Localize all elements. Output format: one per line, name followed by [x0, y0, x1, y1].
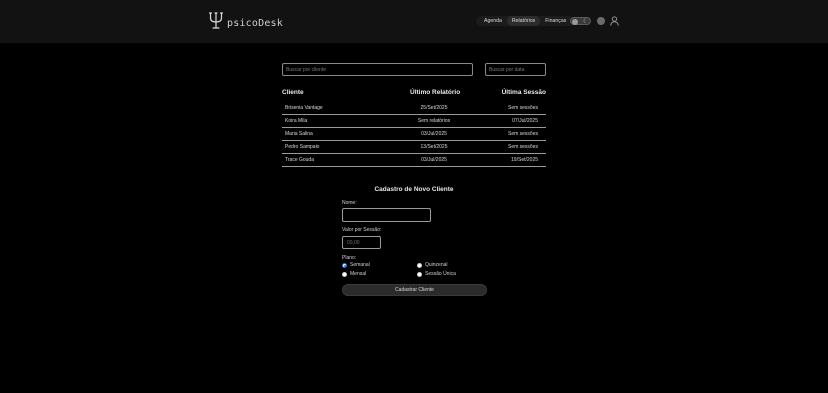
moon-icon: ☾ [583, 19, 589, 25]
clients-table: Cliente Último Relatório Última Sessão B… [282, 86, 546, 167]
date-search-input[interactable] [485, 63, 546, 76]
cell-last-session: Sem sessões [507, 131, 538, 137]
table-header: Cliente Último Relatório Última Sessão [282, 86, 546, 102]
table-row[interactable]: Koira Mila Sem relatórios 07/Jul/2025 [282, 115, 546, 128]
register-client-button[interactable]: Cadastrar Cliente [342, 284, 487, 296]
cell-client: Maria Salina [285, 131, 313, 137]
column-header-client[interactable]: Cliente [282, 89, 304, 96]
nav-item-agenda[interactable]: Agenda [479, 16, 507, 26]
plan-option-sessao-unica[interactable]: Sessão Única [417, 271, 456, 277]
plan-option-label: Quinzenal [425, 262, 448, 268]
user-icon[interactable] [610, 16, 619, 26]
cell-last-session: Sem sessões [507, 144, 538, 150]
cell-client: Pedro Sampaio [285, 144, 320, 150]
cell-last-session: 07/Jul/2025 [512, 118, 538, 124]
column-header-last-session[interactable]: Última Sessão [502, 89, 546, 96]
cell-last-report: 25/Set/2025 [420, 105, 448, 111]
nav-item-relatorios[interactable]: Relatórios [506, 16, 541, 26]
cell-last-report: 13/Set/2025 [420, 144, 448, 150]
table-row[interactable]: Trace Gouda 03/Jul/2025 19/Set/2025 [282, 154, 546, 167]
plan-option-label: Mensal [350, 271, 367, 277]
plan-option-semanal[interactable]: Semanal [342, 262, 370, 268]
psi-trident-icon [209, 12, 223, 29]
plan-option-label: Sessão Única [425, 271, 456, 277]
name-label: Nome: [342, 200, 357, 206]
cell-last-session: 19/Set/2025 [511, 157, 538, 163]
toggle-knob [572, 19, 578, 25]
plan-option-quinzenal[interactable]: Quinzenal [417, 262, 448, 268]
cell-last-report: 03/Jul/2025 [421, 157, 447, 163]
table-row[interactable]: Maria Salina 03/Jul/2025 Sem sessões [282, 128, 546, 141]
app-name: psicoDesk [227, 18, 283, 29]
client-search-input[interactable] [282, 63, 473, 76]
price-label: Valor por Sessão: [342, 227, 382, 233]
plan-label: Plano: [342, 255, 357, 261]
cell-last-session: Sem sessões [507, 105, 538, 111]
cell-last-report: Sem relatórios [417, 118, 451, 124]
gear-icon[interactable] [597, 17, 605, 25]
radio-icon[interactable] [417, 262, 422, 268]
top-header: psicoDesk Agenda Relatórios Finanças ☾ [0, 0, 828, 43]
name-field[interactable] [342, 208, 431, 222]
plan-option-mensal[interactable]: Mensal [342, 271, 366, 277]
column-header-last-report[interactable]: Último Relatório [410, 89, 460, 96]
cell-client: Trace Gouda [285, 157, 314, 163]
nav-item-financas[interactable]: Finanças [540, 16, 571, 26]
radio-icon[interactable] [417, 271, 422, 277]
radio-checked-icon[interactable] [342, 262, 347, 268]
app-logo[interactable]: psicoDesk [209, 12, 283, 29]
cell-client: Koira Mila [285, 118, 308, 124]
table-row[interactable]: Brisenia Vantage 25/Set/2025 Sem sessões [282, 102, 546, 115]
radio-icon[interactable] [342, 271, 347, 277]
main-nav: Agenda Relatórios Finanças [476, 16, 575, 26]
theme-toggle-icon[interactable]: ☾ [570, 17, 591, 25]
price-field[interactable] [342, 236, 381, 249]
plan-option-label: Semanal [350, 262, 370, 268]
cell-client: Brisenia Vantage [285, 105, 323, 111]
form-title: Cadastro de Novo Cliente [374, 186, 454, 193]
table-row[interactable]: Pedro Sampaio 13/Set/2025 Sem sessões [282, 141, 546, 154]
cell-last-report: 03/Jul/2025 [421, 131, 447, 137]
